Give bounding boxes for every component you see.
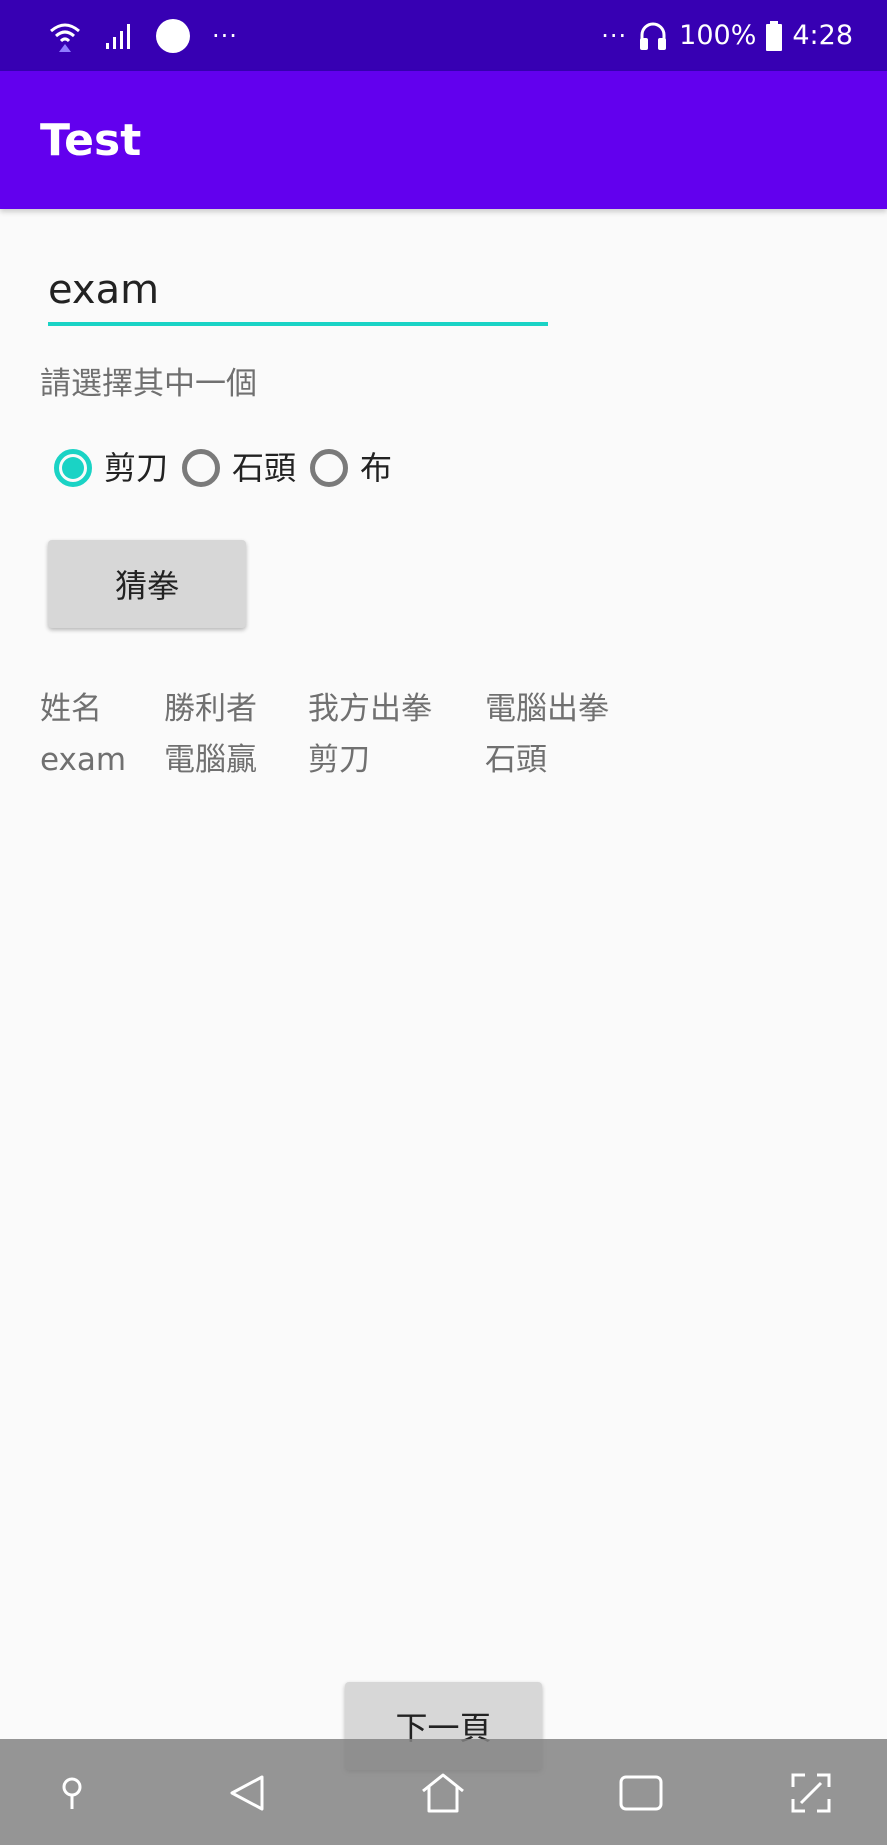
column-header: 勝利者 [164,691,257,727]
status-left-dots: ··· [212,22,238,50]
choice-prompt: 請選擇其中一個 [40,366,257,402]
guess-button[interactable]: 猜拳 [48,540,246,628]
clock: 4:28 [792,20,853,51]
navigation-bar [0,1739,887,1845]
results-column-computer-choice: 電腦出拳 石頭 [485,684,609,786]
app-bar: Test [0,71,887,209]
results-column-winner: 勝利者 電腦贏 [164,684,257,786]
column-header: 電腦出拳 [485,691,609,727]
column-value: 電腦贏 [164,742,257,778]
radio-rock[interactable]: 石頭 [182,446,296,490]
radio-paper[interactable]: 布 [310,446,392,490]
expand-icon[interactable] [787,1769,835,1817]
radio-scissors[interactable]: 剪刀 [54,446,168,490]
column-value: exam [40,742,127,778]
radio-label-paper: 布 [360,449,393,487]
results-column-my-choice: 我方出拳 剪刀 [308,684,432,786]
radio-label-rock: 石頭 [232,449,297,487]
results-column-name: 姓名 exam [40,684,126,786]
radio-button-unchecked[interactable] [182,449,221,487]
recents-icon[interactable] [617,1769,665,1817]
status-bar: ··· ··· 100% 4:28 [0,0,887,71]
app-title: Test [40,115,142,166]
back-icon[interactable] [224,1769,272,1817]
choice-radio-group: 剪刀 石頭 布 [54,442,406,494]
circle-icon [156,19,190,53]
battery-icon [766,21,783,51]
wifi-icon [50,23,80,52]
pin-icon[interactable] [48,1769,96,1817]
column-header: 姓名 [40,691,102,727]
column-value: 剪刀 [308,742,370,778]
signal-icon [106,24,130,49]
status-right-dots: ··· [601,22,628,50]
status-bar-left: ··· [48,18,238,54]
status-bar-right: ··· 100% 4:28 [601,18,853,54]
radio-button-checked[interactable] [54,449,92,487]
name-input[interactable] [48,258,548,326]
battery-percent: 100% [679,20,757,51]
radio-label-scissors: 剪刀 [104,449,169,487]
home-icon[interactable] [419,1769,467,1817]
column-value: 石頭 [485,742,547,778]
headphones-icon [640,22,667,50]
column-header: 我方出拳 [308,691,432,727]
radio-button-unchecked[interactable] [310,449,349,487]
